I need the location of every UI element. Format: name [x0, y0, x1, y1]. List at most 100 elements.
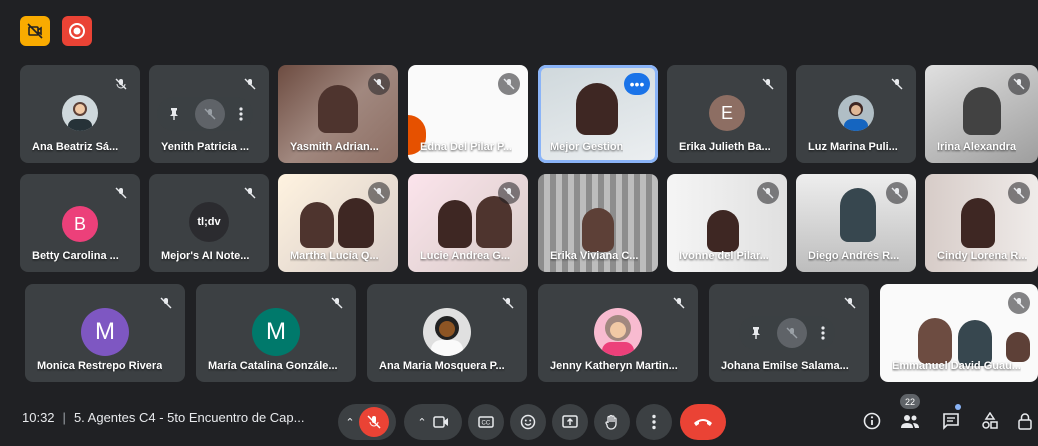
emoji-icon	[520, 414, 536, 430]
participant-tile[interactable]: M Monica Restrepo Rivera	[25, 284, 185, 382]
avatar	[838, 95, 874, 131]
participant-video-tile[interactable]: Martha Lucía Q...	[278, 174, 398, 272]
mic-off-icon	[368, 73, 390, 95]
person-video	[963, 87, 1001, 135]
person-video	[300, 202, 334, 248]
mic-off-icon	[757, 73, 779, 95]
participant-name: Martha Lucía Q...	[290, 250, 379, 262]
participant-name: Ana Beatriz Sá...	[32, 141, 119, 153]
hand-icon	[605, 414, 617, 430]
captions-button[interactable]: CC	[468, 404, 504, 440]
participant-video-tile[interactable]: Diego Andrés R...	[796, 174, 916, 272]
participant-name: Cindy Lorena R...	[937, 250, 1028, 262]
tile-hover-controls	[739, 316, 835, 350]
avatar-letter: M	[252, 308, 300, 356]
avatar	[423, 308, 471, 356]
avatar-letter: E	[709, 95, 745, 131]
host-controls-button[interactable]	[1012, 406, 1038, 436]
more-options-icon[interactable]	[821, 326, 825, 340]
present-screen-icon	[562, 415, 578, 428]
chevron-up-icon[interactable]: ⌃	[417, 416, 426, 429]
more-options-button[interactable]	[636, 404, 672, 440]
participant-name: Mejor Gestion	[550, 141, 624, 153]
mic-off-icon	[155, 292, 177, 314]
mic-toggle-button[interactable]	[358, 407, 389, 437]
activities-button[interactable]	[975, 406, 1005, 436]
participant-name: María Catalina Gonzále...	[208, 360, 338, 372]
participant-name: Yasmith Adrian...	[290, 141, 379, 153]
tile-hover-controls	[157, 97, 253, 131]
participant-tile[interactable]: B Betty Carolina ...	[20, 174, 140, 272]
reactions-button[interactable]	[510, 404, 546, 440]
meeting-details-button[interactable]	[857, 406, 887, 436]
chat-icon	[943, 413, 959, 430]
participant-video-tile[interactable]: Cindy Lorena R...	[925, 174, 1038, 272]
participant-name: Edna Del Pilar P...	[420, 141, 513, 153]
shapes-icon	[982, 412, 998, 429]
participant-tile[interactable]: Ana Maria Mosquera P...	[367, 284, 527, 382]
participant-name: Mejor's AI Note...	[161, 250, 250, 262]
people-button[interactable]	[895, 406, 925, 436]
more-options-icon[interactable]	[239, 107, 243, 121]
mic-off-icon	[239, 73, 261, 95]
person-video	[707, 210, 739, 252]
end-call-icon	[694, 419, 712, 426]
participant-name: Lucie Andrea G...	[420, 250, 511, 262]
participant-tile[interactable]: Ana Beatriz Sá...	[20, 65, 140, 163]
participant-tile[interactable]: Jenny Katheryn Martin...	[538, 284, 698, 382]
mic-off-icon	[886, 182, 908, 204]
mic-off-icon	[1008, 292, 1030, 314]
participant-name: Irina Alexandra	[937, 141, 1017, 153]
participant-video-tile[interactable]: Ivonne del Pilar...	[667, 174, 787, 272]
participant-tile[interactable]: tl;dv Mejor's AI Note...	[149, 174, 269, 272]
mic-off-icon	[110, 182, 132, 204]
mic-off-icon	[497, 292, 519, 314]
meeting-title: 5. Agentes C4 - 5to Encuentro de Cap...	[73, 410, 305, 425]
raise-hand-button[interactable]	[594, 404, 630, 440]
mic-off-icon	[1008, 73, 1030, 95]
participant-video-tile[interactable]: Emmanuel David Guau...	[880, 284, 1038, 382]
participant-video-tile[interactable]: Yasmith Adrian...	[278, 65, 398, 163]
mute-participant-icon[interactable]	[777, 318, 807, 348]
participant-video-tile[interactable]: Edna Del Pilar P...	[408, 65, 528, 163]
participant-video-tile[interactable]: Erika Viviana C...	[538, 174, 658, 272]
present-button[interactable]	[552, 404, 588, 440]
people-icon	[901, 415, 919, 428]
participant-tile[interactable]: Johana Emilse Salama...	[709, 284, 869, 382]
avatar	[594, 308, 642, 356]
person-video	[338, 198, 374, 248]
lock-person-icon	[1018, 413, 1032, 430]
recording-indicator[interactable]	[62, 16, 92, 46]
participant-name: Ivonne del Pilar...	[679, 250, 769, 262]
participant-tile[interactable]: M María Catalina Gonzále...	[196, 284, 356, 382]
avatar-letter: B	[62, 206, 98, 242]
participant-tile[interactable]: Yenith Patricia ...	[149, 65, 269, 163]
participant-video-tile[interactable]: Lucie Andrea G...	[408, 174, 528, 272]
participant-name: Jenny Katheryn Martin...	[550, 360, 678, 372]
person-video	[918, 318, 952, 364]
participant-tile[interactable]: E Erika Julieth Ba...	[667, 65, 787, 163]
participant-video-tile[interactable]: ••• Mejor Gestion	[538, 65, 658, 163]
mic-off-icon	[886, 73, 908, 95]
participant-name: Emmanuel David Guau...	[892, 360, 1021, 372]
record-icon	[69, 23, 85, 39]
pin-icon[interactable]	[167, 107, 181, 121]
participant-name: Monica Restrepo Rivera	[37, 360, 163, 372]
pin-icon[interactable]	[749, 326, 763, 340]
more-options-button[interactable]: •••	[624, 73, 650, 95]
leave-call-button[interactable]	[680, 404, 726, 440]
camera-off-indicator	[20, 16, 50, 46]
chat-button[interactable]	[936, 406, 966, 436]
participant-name: Yenith Patricia ...	[161, 141, 250, 153]
avatar	[62, 95, 98, 131]
svg-text:CC: CC	[482, 421, 491, 427]
person-video	[318, 85, 358, 133]
chevron-up-icon[interactable]: ⌃	[345, 416, 354, 429]
mic-off-icon	[110, 73, 132, 95]
meeting-info: 10:32 | 5. Agentes C4 - 5to Encuentro de…	[22, 410, 305, 425]
camera-button[interactable]	[432, 416, 449, 428]
person-video	[438, 200, 472, 248]
participant-video-tile[interactable]: Irina Alexandra	[925, 65, 1038, 163]
participant-tile[interactable]: Luz Marina Puli...	[796, 65, 916, 163]
mute-participant-icon[interactable]	[195, 99, 225, 129]
